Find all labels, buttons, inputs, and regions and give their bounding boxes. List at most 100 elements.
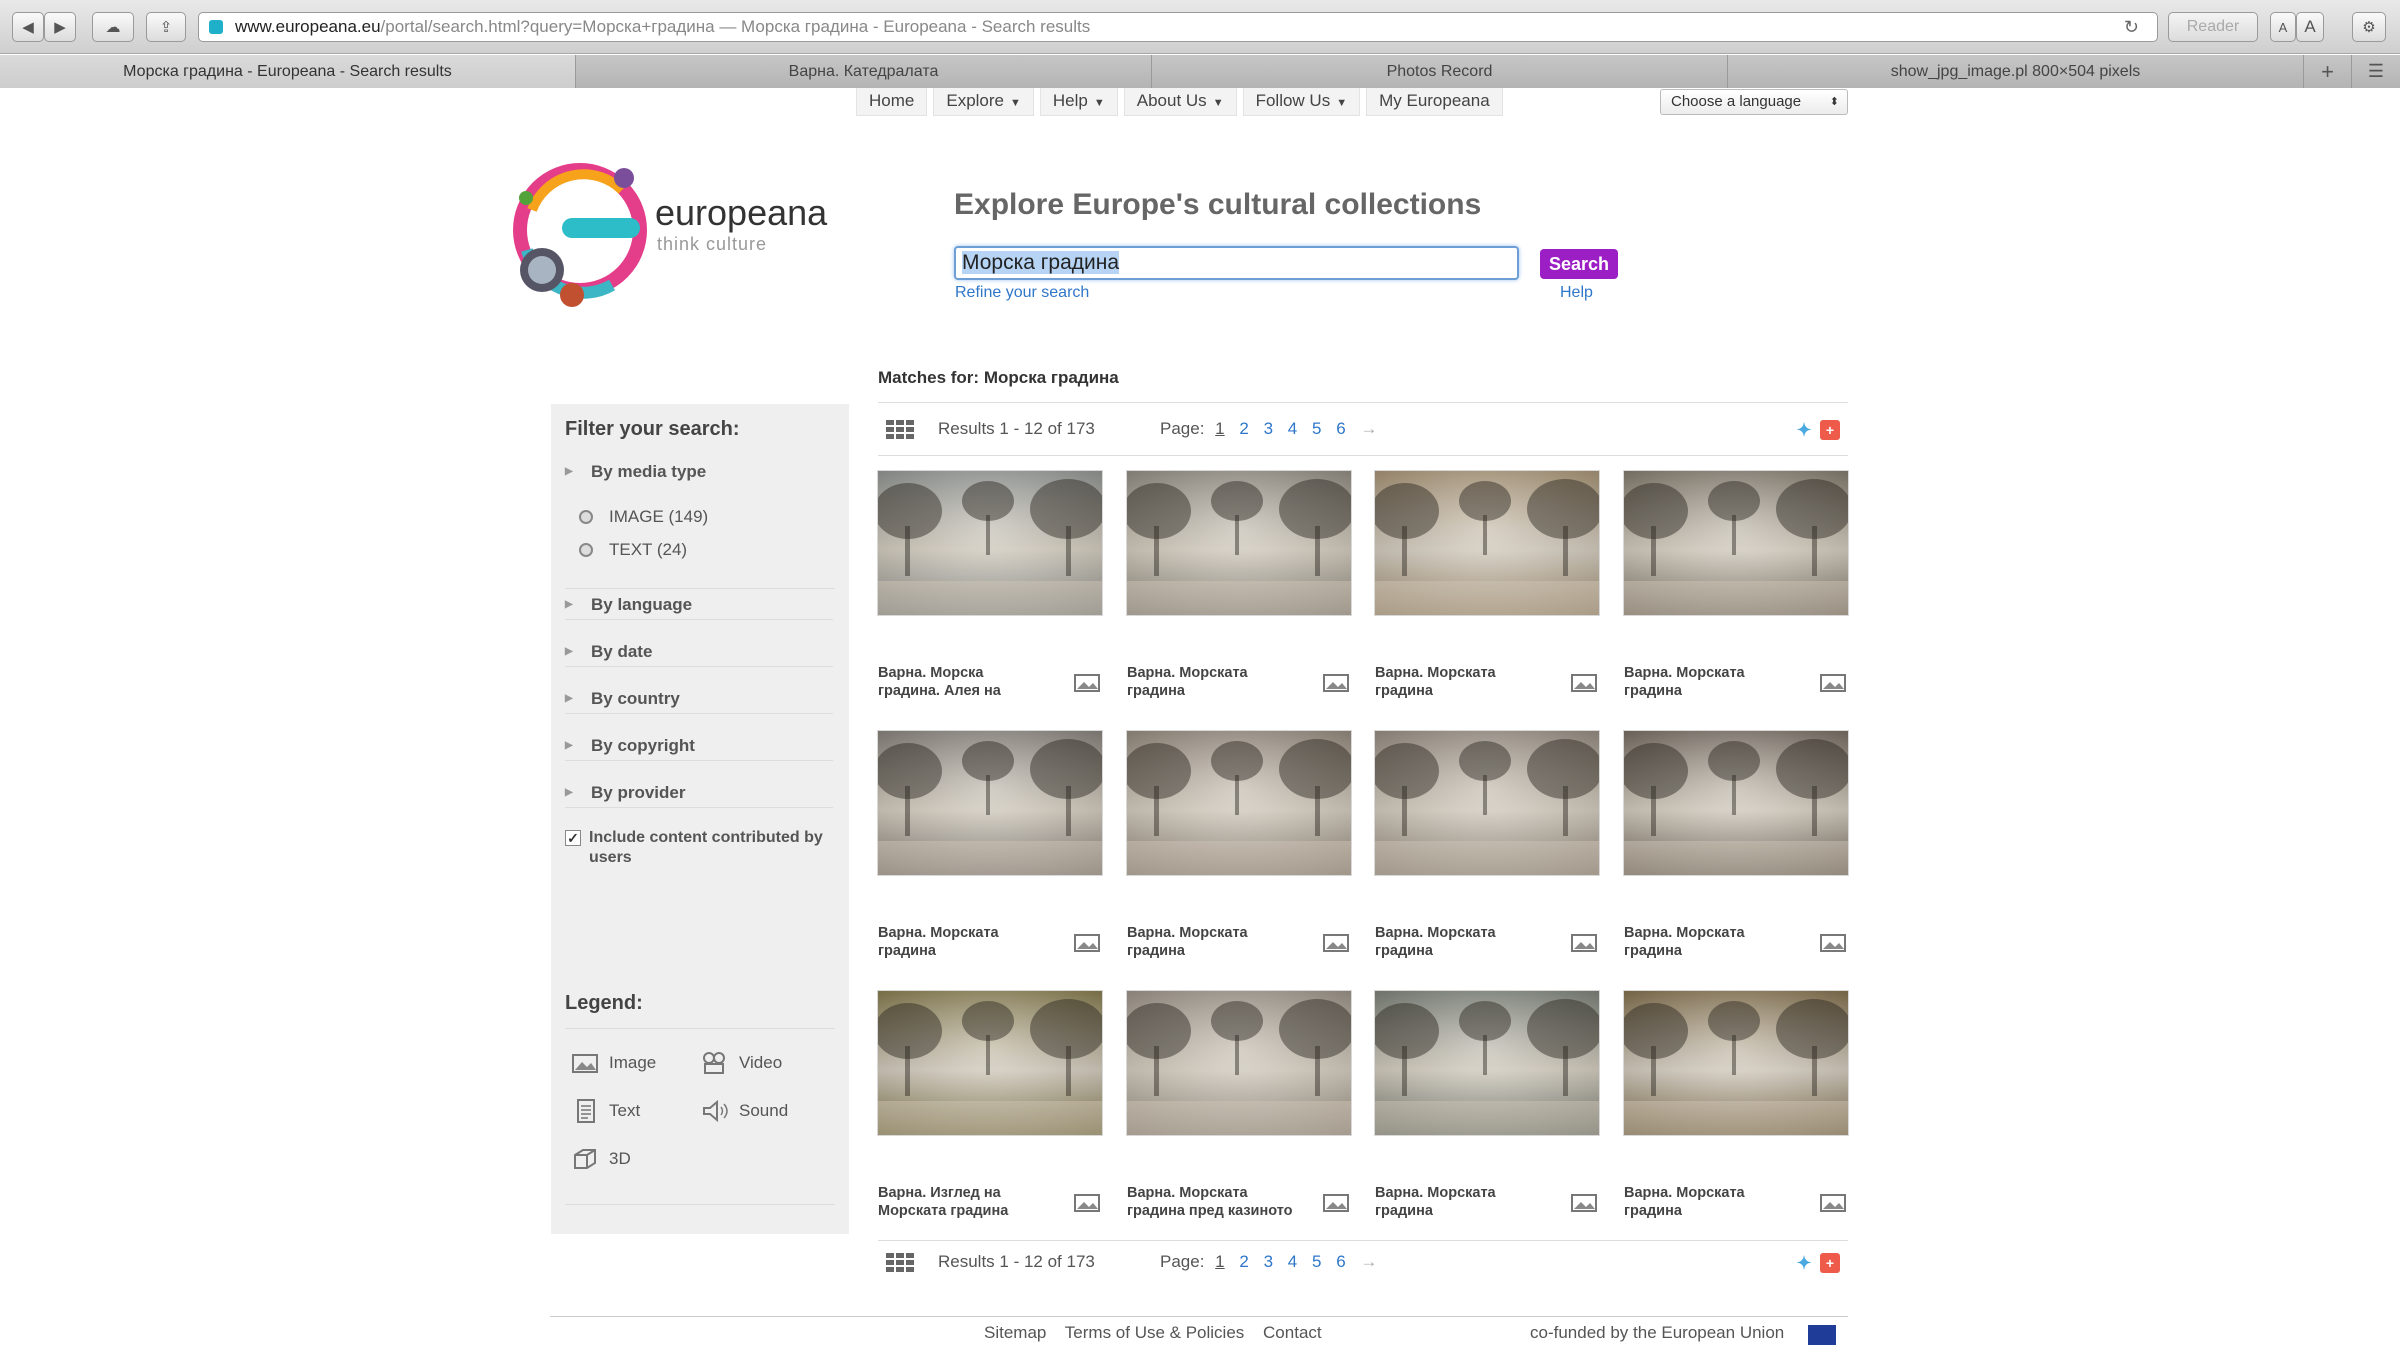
tab-jpg-image[interactable]: show_jpg_image.pl 800×504 pixels	[1728, 55, 2304, 88]
triangle-right-icon: ▶	[565, 466, 573, 477]
result-thumbnail[interactable]	[1375, 991, 1599, 1135]
text-smaller-button[interactable]: A	[2270, 12, 2296, 42]
filter-title: Filter your search:	[565, 418, 740, 440]
facet-country[interactable]: ▶ By country	[565, 684, 833, 714]
page-link-4[interactable]: 4	[1288, 1252, 1297, 1271]
result-title[interactable]: Варна. Морската градина	[1375, 924, 1585, 960]
nav-explore[interactable]: Explore ▼	[933, 88, 1034, 116]
result-title[interactable]: Варна. Морската градина	[878, 924, 1088, 960]
result-title-line1: Варна. Морската	[878, 925, 999, 941]
forward-button[interactable]: ▶	[44, 12, 76, 42]
back-button[interactable]: ◀	[12, 12, 44, 42]
result-title[interactable]: Варна. Изглед на Морската градина	[878, 1184, 1088, 1220]
result-title[interactable]: Варна. Морската градина	[1127, 664, 1337, 700]
tab-photos-record[interactable]: Photos Record	[1152, 55, 1728, 88]
text-larger-button[interactable]: A	[2296, 12, 2324, 42]
add-share-icon[interactable]: +	[1820, 1253, 1840, 1273]
result-thumbnail[interactable]	[878, 991, 1102, 1135]
tab-search-results[interactable]: Морска градина - Europeana - Search resu…	[0, 55, 576, 88]
page-link-4[interactable]: 4	[1288, 419, 1297, 438]
nav-help[interactable]: Help ▼	[1039, 88, 1118, 116]
triangle-right-icon: ▶	[565, 693, 573, 704]
page-link-3[interactable]: 3	[1264, 1252, 1273, 1271]
photo-placeholder	[1375, 479, 1599, 615]
result-title-line1: Варна. Морската	[1624, 925, 1745, 941]
page-link-3[interactable]: 3	[1264, 419, 1273, 438]
share-icon[interactable]: ⇪	[146, 12, 186, 42]
result-title[interactable]: Варна. Морската градина	[1624, 1184, 1834, 1220]
media-option-text[interactable]: TEXT (24)	[579, 538, 687, 562]
footer-contact-link[interactable]: Contact	[1263, 1323, 1322, 1342]
reload-icon[interactable]: ↻	[2124, 13, 2139, 41]
result-title[interactable]: Варна. Морската градина	[1375, 664, 1585, 700]
twitter-icon[interactable]: ✦	[1794, 420, 1814, 440]
tab-bar: Морска градина - Europeana - Search resu…	[0, 55, 2400, 88]
result-thumbnail[interactable]	[1624, 731, 1848, 875]
next-page-arrow[interactable]: →	[1360, 419, 1377, 438]
page-link-5[interactable]: 5	[1312, 1252, 1321, 1271]
result-thumbnail[interactable]	[1375, 731, 1599, 875]
result-title[interactable]: Варна. Морската градина	[1624, 664, 1834, 700]
language-select[interactable]: Choose a language ⬍	[1660, 89, 1848, 115]
grid-view-icon[interactable]	[886, 1253, 914, 1273]
result-title-line2: градина	[1624, 683, 1682, 699]
media-option-image[interactable]: IMAGE (149)	[579, 505, 708, 529]
result-thumbnail[interactable]	[1127, 731, 1351, 875]
page-link-1[interactable]: 1	[1215, 1252, 1224, 1271]
page-link-6[interactable]: 6	[1336, 1252, 1345, 1271]
nav-help-label: Help	[1052, 91, 1088, 110]
tab-list-icon[interactable]: ☰	[2352, 55, 2400, 88]
result-title[interactable]: Варна. Морската градина	[1375, 1184, 1585, 1220]
facet-date[interactable]: ▶ By date	[565, 637, 833, 667]
result-thumbnail[interactable]	[1624, 471, 1848, 615]
facet-copyright[interactable]: ▶ By copyright	[565, 731, 833, 761]
page-link-2[interactable]: 2	[1239, 1252, 1248, 1271]
result-thumbnail[interactable]	[878, 731, 1102, 875]
result-thumbnail[interactable]	[1127, 991, 1351, 1135]
result-title[interactable]: Варна. Морската градина пред казиното	[1127, 1184, 1337, 1220]
nav-about-us[interactable]: About Us ▼	[1123, 88, 1237, 116]
facet-language[interactable]: ▶ By language	[565, 590, 833, 620]
nav-my-europeana[interactable]: My Europeana	[1366, 88, 1503, 116]
facet-label: By media type	[591, 462, 707, 481]
reader-button[interactable]: Reader	[2168, 12, 2258, 42]
search-button[interactable]: Search	[1540, 249, 1618, 279]
add-share-icon[interactable]: +	[1820, 420, 1840, 440]
result-thumbnail[interactable]	[878, 471, 1102, 615]
twitter-icon[interactable]: ✦	[1794, 1253, 1814, 1273]
user-content-checkbox[interactable]: ✓ Include content contributed by users	[565, 828, 835, 868]
page-link-6[interactable]: 6	[1336, 419, 1345, 438]
search-input[interactable]: Морска градина	[954, 246, 1519, 280]
result-thumbnail[interactable]	[1127, 471, 1351, 615]
page-link-1[interactable]: 1	[1215, 419, 1224, 438]
grid-view-icon[interactable]	[886, 420, 914, 440]
nav-follow-us[interactable]: Follow Us ▼	[1242, 88, 1361, 116]
address-bar[interactable]: www.europeana.eu/portal/search.html?quer…	[198, 12, 2158, 42]
facet-provider[interactable]: ▶ By provider	[565, 778, 833, 808]
nav-home[interactable]: Home	[856, 88, 928, 116]
video-icon	[703, 1052, 725, 1074]
result-title-line2: градина	[878, 943, 936, 959]
result-title[interactable]: Варна. Морска градина. Алея на	[878, 664, 1088, 700]
new-tab-button[interactable]: +	[2304, 55, 2352, 88]
facet-label: By country	[591, 689, 680, 708]
footer-terms-link[interactable]: Terms of Use & Policies	[1065, 1323, 1245, 1342]
legend-text: Text	[571, 1096, 640, 1126]
cloud-icon[interactable]: ☁	[92, 12, 134, 42]
result-thumbnail[interactable]	[1375, 471, 1599, 615]
footer-sitemap-link[interactable]: Sitemap	[984, 1323, 1046, 1342]
result-thumbnail[interactable]	[1624, 991, 1848, 1135]
next-page-arrow[interactable]: →	[1360, 1252, 1377, 1271]
result-title-line1: Варна. Морската	[1127, 925, 1248, 941]
search-help-link[interactable]: Help	[1560, 284, 1593, 302]
facet-media-type[interactable]: ▶ By media type	[565, 457, 833, 487]
page-link-5[interactable]: 5	[1312, 419, 1321, 438]
result-title[interactable]: Варна. Морската градина	[1624, 924, 1834, 960]
settings-icon[interactable]: ⚙	[2352, 12, 2386, 42]
tab-cathedral[interactable]: Варна. Катедралата	[576, 55, 1152, 88]
refine-search-link[interactable]: Refine your search	[955, 284, 1089, 302]
result-title[interactable]: Варна. Морската градина	[1127, 924, 1337, 960]
page-link-2[interactable]: 2	[1239, 419, 1248, 438]
europeana-logo[interactable]: europeana think culture	[512, 150, 827, 320]
speaker-icon	[703, 1099, 728, 1123]
